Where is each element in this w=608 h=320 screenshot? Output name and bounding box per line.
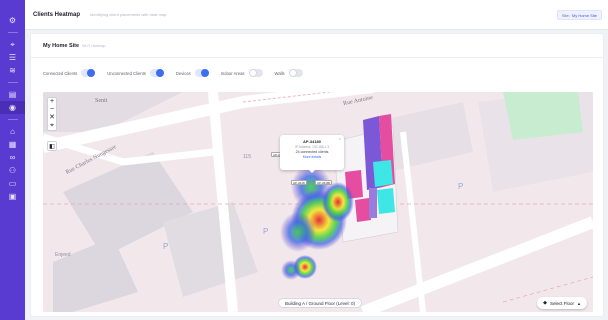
document-icon: ▭: [8, 178, 17, 188]
heat-blob: [322, 182, 354, 222]
popup-ap-name: AP-34180: [302, 139, 321, 144]
ap-popup: × AP-34180 IP Address: 192.168.1.3 24 co…: [280, 135, 344, 173]
popup-client-count: 24 connected clients: [295, 150, 329, 154]
sidebar: ⚙ ⌖ ☰ ≋ ▤ ◉ ⌂ ▦ ∞ ⚇ ▭ ▣: [0, 0, 25, 320]
street-label: Senit: [95, 98, 108, 104]
map-label: 115: [243, 154, 251, 160]
popup-close-button[interactable]: ×: [339, 136, 341, 141]
toggle-knob: [87, 69, 96, 77]
toggle-label: Indoor Areas: [220, 70, 245, 76]
room-cyan: [377, 188, 395, 214]
chart-icon: ▤: [8, 89, 17, 99]
sidebar-divider: [7, 119, 18, 120]
popup-more-details-link[interactable]: More details: [280, 155, 344, 159]
location-icon: ⌖: [10, 39, 15, 49]
sidebar-divider: [7, 82, 18, 83]
toggle-label: Devices: [175, 70, 191, 76]
floor-label: Building A / Ground Floor (Level: 0): [278, 298, 363, 308]
toggle-knob: [200, 69, 209, 77]
toggle-group: Devices: [176, 69, 209, 77]
ap-marker[interactable]: AP-3418: [291, 180, 307, 185]
toggle-label: Walls: [274, 70, 285, 76]
toggle-switch[interactable]: [248, 69, 263, 77]
reset-view-button[interactable]: ✕: [49, 114, 55, 122]
floors-icon: ◆: [543, 300, 548, 306]
top-bar: Clients Heatmap Identifying client place…: [25, 0, 608, 30]
toggle-switch[interactable]: [149, 69, 164, 77]
parking-label: P: [458, 182, 464, 191]
page-title: Clients Heatmap: [33, 11, 81, 18]
select-floor-button[interactable]: ◆ Select Floor ▲: [537, 297, 587, 309]
report-icon: ▣: [8, 191, 17, 201]
toggle-label: Unconnected Clients: [107, 70, 146, 76]
toggle-switch[interactable]: [81, 69, 96, 77]
card-subtitle: Wi-Fi Heatmap: [82, 43, 106, 48]
toggle-group: Unconnected Clients: [107, 69, 164, 77]
zoom-in-button[interactable]: +: [50, 98, 54, 106]
ap-marker[interactable]: AP-34180: [315, 180, 333, 185]
wifi-icon: ≋: [9, 65, 16, 75]
heat-blob: [281, 260, 301, 280]
toggle-switch[interactable]: [288, 69, 303, 77]
sidebar-item-heatmap-icon[interactable]: ◉: [0, 101, 25, 114]
sidebar-item-document-icon[interactable]: ▭: [0, 177, 25, 190]
map-view[interactable]: Senit Rue Antoine Rue Charles Nungesser …: [43, 92, 593, 312]
users-icon: ⚇: [8, 165, 17, 175]
map-label: Enjeed: [55, 252, 71, 258]
sidebar-item-wifi-icon[interactable]: ≋: [0, 64, 25, 77]
map-zoom-controls: + − ✕ ⌖: [47, 97, 57, 131]
sidebar-item-report-icon[interactable]: ▣: [0, 190, 25, 203]
heatmap-card: My Home Site Wi-Fi Heatmap Connected Cli…: [30, 33, 604, 317]
heat-blob: [280, 212, 316, 252]
toggle-knob: [248, 69, 257, 77]
site-selector-label: Site:: [561, 12, 570, 18]
room-pink: [355, 198, 371, 222]
sidebar-divider: [7, 32, 18, 33]
sidebar-item-users-icon[interactable]: ⚇: [0, 164, 25, 177]
card-header: My Home Site Wi-Fi Heatmap: [31, 34, 603, 58]
map-canvas: [43, 92, 593, 312]
toggle-knob: [288, 69, 297, 77]
toggle-group: Walls: [275, 69, 303, 77]
sidebar-item-home-icon[interactable]: ⌂: [0, 125, 25, 138]
sidebar-item-chart-icon[interactable]: ▤: [0, 88, 25, 101]
toggle-group: Connected Clients: [43, 69, 96, 77]
layer-toggles: Connected Clients Unconnected Clients Devi…: [43, 69, 315, 77]
toggle-group: Indoor Areas: [221, 69, 263, 77]
room-cyan: [373, 160, 393, 187]
heatmap-icon: ◉: [9, 102, 16, 112]
sidebar-item-building-icon[interactable]: ▦: [0, 138, 25, 151]
select-floor-label: Select Floor: [550, 300, 575, 306]
list-icon: ☰: [8, 52, 17, 62]
building-icon: ▦: [8, 139, 17, 149]
locate-button[interactable]: ⌖: [50, 122, 54, 130]
sidebar-item-list-icon[interactable]: ☰: [0, 51, 25, 64]
layers-button[interactable]: ◧: [47, 141, 57, 151]
green-area: [503, 92, 583, 140]
card-title: My Home Site: [43, 42, 80, 49]
page-subtitle: Identifying client placements with heat …: [90, 12, 167, 17]
parking-label: P: [263, 227, 269, 236]
site-selector[interactable]: Site: My Home Site: [556, 10, 602, 20]
chevron-up-icon: ▲: [577, 300, 581, 306]
toggle-label: Connected Clients: [43, 70, 78, 76]
sidebar-item-link-icon[interactable]: ∞: [0, 151, 25, 164]
parking-label: P: [163, 242, 169, 251]
popup-ip: IP Address: 192.168.1.3: [295, 145, 329, 149]
toggle-switch[interactable]: [194, 69, 209, 77]
link-icon: ∞: [9, 152, 16, 162]
sidebar-item-gear-icon[interactable]: ⚙: [0, 14, 25, 27]
gear-icon: ⚙: [8, 15, 17, 25]
zoom-out-button[interactable]: −: [50, 106, 54, 114]
room-purple: [369, 188, 377, 218]
home-icon: ⌂: [10, 126, 15, 136]
app-root: ⚙ ⌖ ☰ ≋ ▤ ◉ ⌂ ▦ ∞ ⚇ ▭ ▣ Clients Heatmap Identifying…: [0, 0, 608, 320]
toggle-knob: [155, 69, 164, 77]
sidebar-item-location-icon[interactable]: ⌖: [0, 38, 25, 51]
site-selector-value: My Home Site: [571, 12, 597, 18]
